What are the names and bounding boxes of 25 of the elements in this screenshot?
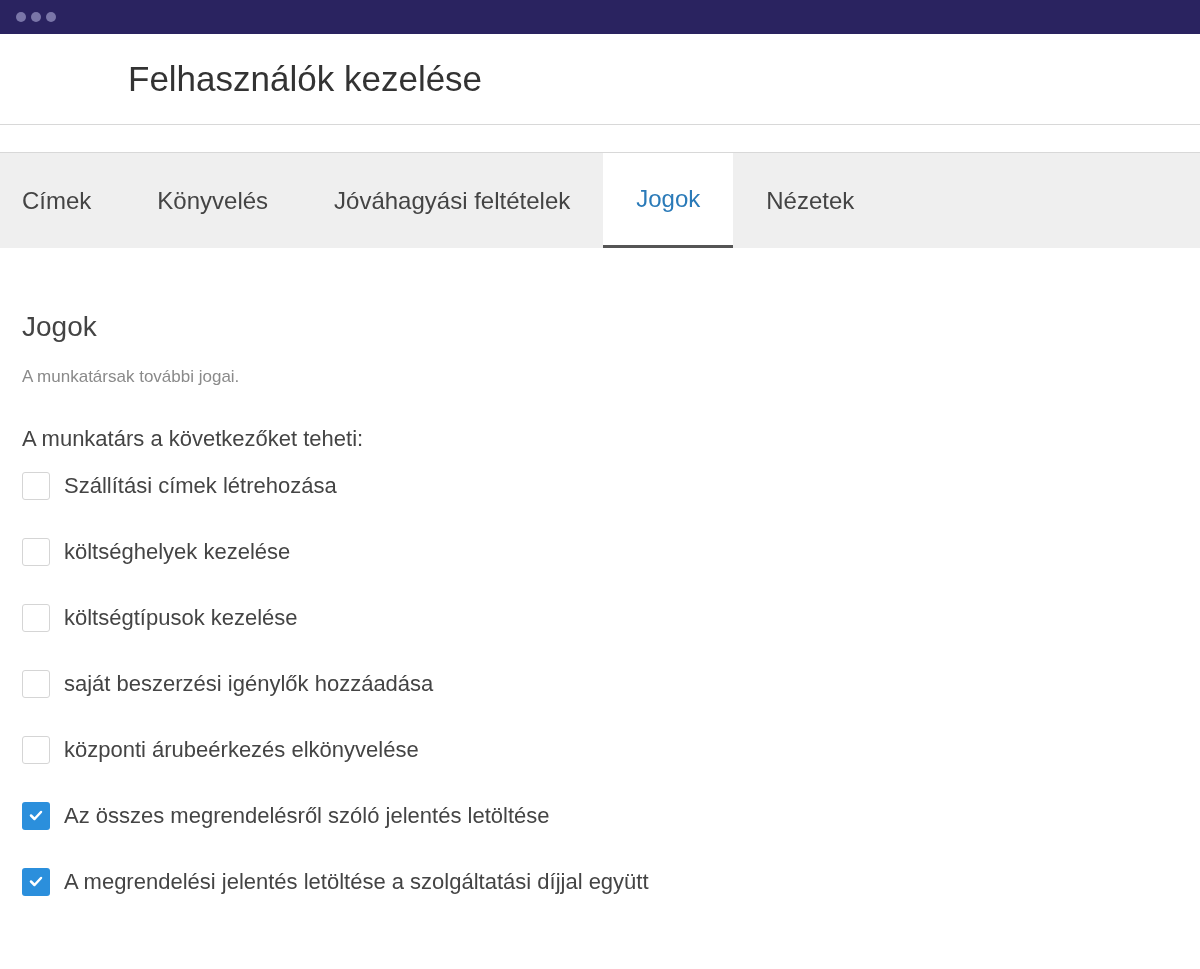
page-title: Felhasználók kezelése — [128, 57, 483, 100]
checkbox[interactable] — [22, 735, 50, 764]
checkbox[interactable] — [22, 801, 50, 830]
permission-label: központi árubeérkezés elkönyvelése — [64, 736, 419, 764]
section-description: A munkatársak további jogai. — [22, 366, 241, 388]
section-heading: Jogok — [22, 310, 98, 344]
checkbox[interactable] — [22, 867, 50, 896]
checkbox[interactable] — [22, 669, 50, 698]
checkbox[interactable] — [22, 603, 50, 632]
tab[interactable]: Jóváhagyási feltételek — [312, 153, 593, 248]
checkbox[interactable] — [22, 471, 50, 500]
tab[interactable]: Könyvelés — [135, 153, 291, 248]
tab[interactable]: Címek — [0, 153, 114, 248]
checkmark-icon — [29, 876, 43, 887]
permission-label: költségtípusok kezelése — [64, 604, 298, 632]
permission-label: költséghelyek kezelése — [64, 538, 291, 566]
permission-label: Szállítási címek létrehozása — [64, 472, 337, 500]
permissions-intro: A munkatárs a következőket teheti: — [22, 424, 365, 453]
tab[interactable]: Jogok — [603, 153, 734, 248]
permission-label: A megrendelési jelentés letöltése a szolgáltatási díjjal együtt — [64, 868, 649, 896]
tab[interactable]: Nézetek — [744, 153, 877, 248]
permission-label: saját beszerzési igénylők hozzáadása — [64, 670, 434, 698]
checkbox[interactable] — [22, 537, 50, 566]
permission-label: Az összes megrendelésről szóló jelentés letöltése — [64, 802, 550, 830]
checkmark-icon — [29, 810, 43, 821]
